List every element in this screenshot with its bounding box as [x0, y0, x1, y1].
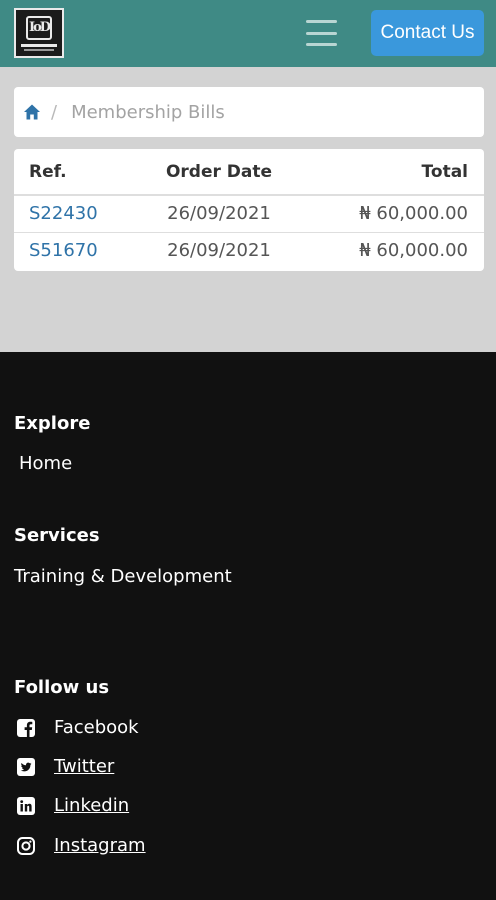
table-row[interactable]: S51670 26/09/2021 ₦ 60,000.00: [14, 231, 484, 269]
instagram-icon: [16, 836, 36, 856]
column-header-order-date: Order Date: [134, 149, 304, 196]
ref-cell: S22430: [14, 195, 134, 232]
twitter-icon: [16, 757, 36, 777]
bills-table: Ref. Order Date Total S22430 26/09/2021 …: [14, 149, 484, 269]
ref-cell: S51670: [14, 231, 134, 269]
main-content: / Membership Bills Ref. Order Date Total…: [0, 67, 496, 352]
social-link-linkedin[interactable]: Linkedin: [16, 795, 129, 816]
footer-heading-services: Services: [14, 525, 100, 546]
social-label: Instagram: [54, 835, 146, 856]
menu-icon[interactable]: [306, 20, 337, 46]
column-header-total: Total: [304, 149, 484, 196]
footer-link-home[interactable]: Home: [19, 453, 72, 474]
linkedin-icon: [16, 796, 36, 816]
site-header: IoD Contact Us: [0, 0, 496, 67]
breadcrumb: / Membership Bills: [14, 87, 484, 137]
logo-bar: [21, 43, 57, 47]
social-label: Linkedin: [54, 795, 130, 816]
table-row[interactable]: S22430 26/09/2021 ₦ 60,000.00: [14, 195, 484, 232]
breadcrumb-current: Membership Bills: [71, 101, 225, 123]
site-logo[interactable]: IoD: [14, 8, 64, 58]
site-footer: Explore Home Services Training & Develop…: [0, 352, 496, 900]
facebook-icon: [16, 718, 36, 738]
footer-heading-explore: Explore: [14, 413, 91, 434]
bills-table-card: Ref. Order Date Total S22430 26/09/2021 …: [14, 149, 484, 271]
contact-us-button[interactable]: Contact Us: [371, 10, 484, 56]
social-link-facebook[interactable]: Facebook: [16, 717, 139, 738]
logo-bar-small: [24, 48, 54, 51]
breadcrumb-separator: /: [51, 101, 58, 123]
ref-link[interactable]: S51670: [29, 240, 98, 261]
table-header-row: Ref. Order Date Total: [14, 149, 484, 196]
order-date-cell: 26/09/2021: [134, 231, 304, 269]
ref-link[interactable]: S22430: [29, 203, 98, 224]
column-header-ref: Ref.: [14, 149, 134, 196]
home-icon[interactable]: [23, 103, 41, 121]
total-cell: ₦ 60,000.00: [304, 231, 484, 269]
total-cell: ₦ 60,000.00: [359, 203, 468, 225]
social-link-instagram[interactable]: Instagram: [16, 835, 146, 856]
social-link-twitter[interactable]: Twitter: [16, 756, 114, 777]
social-label: Facebook: [54, 717, 139, 738]
footer-heading-follow: Follow us: [14, 677, 110, 698]
social-label: Twitter: [54, 756, 115, 777]
order-date-cell: 26/09/2021: [167, 203, 271, 225]
logo-mark: IoD: [26, 15, 52, 40]
footer-link-training[interactable]: Training & Development: [14, 566, 232, 587]
